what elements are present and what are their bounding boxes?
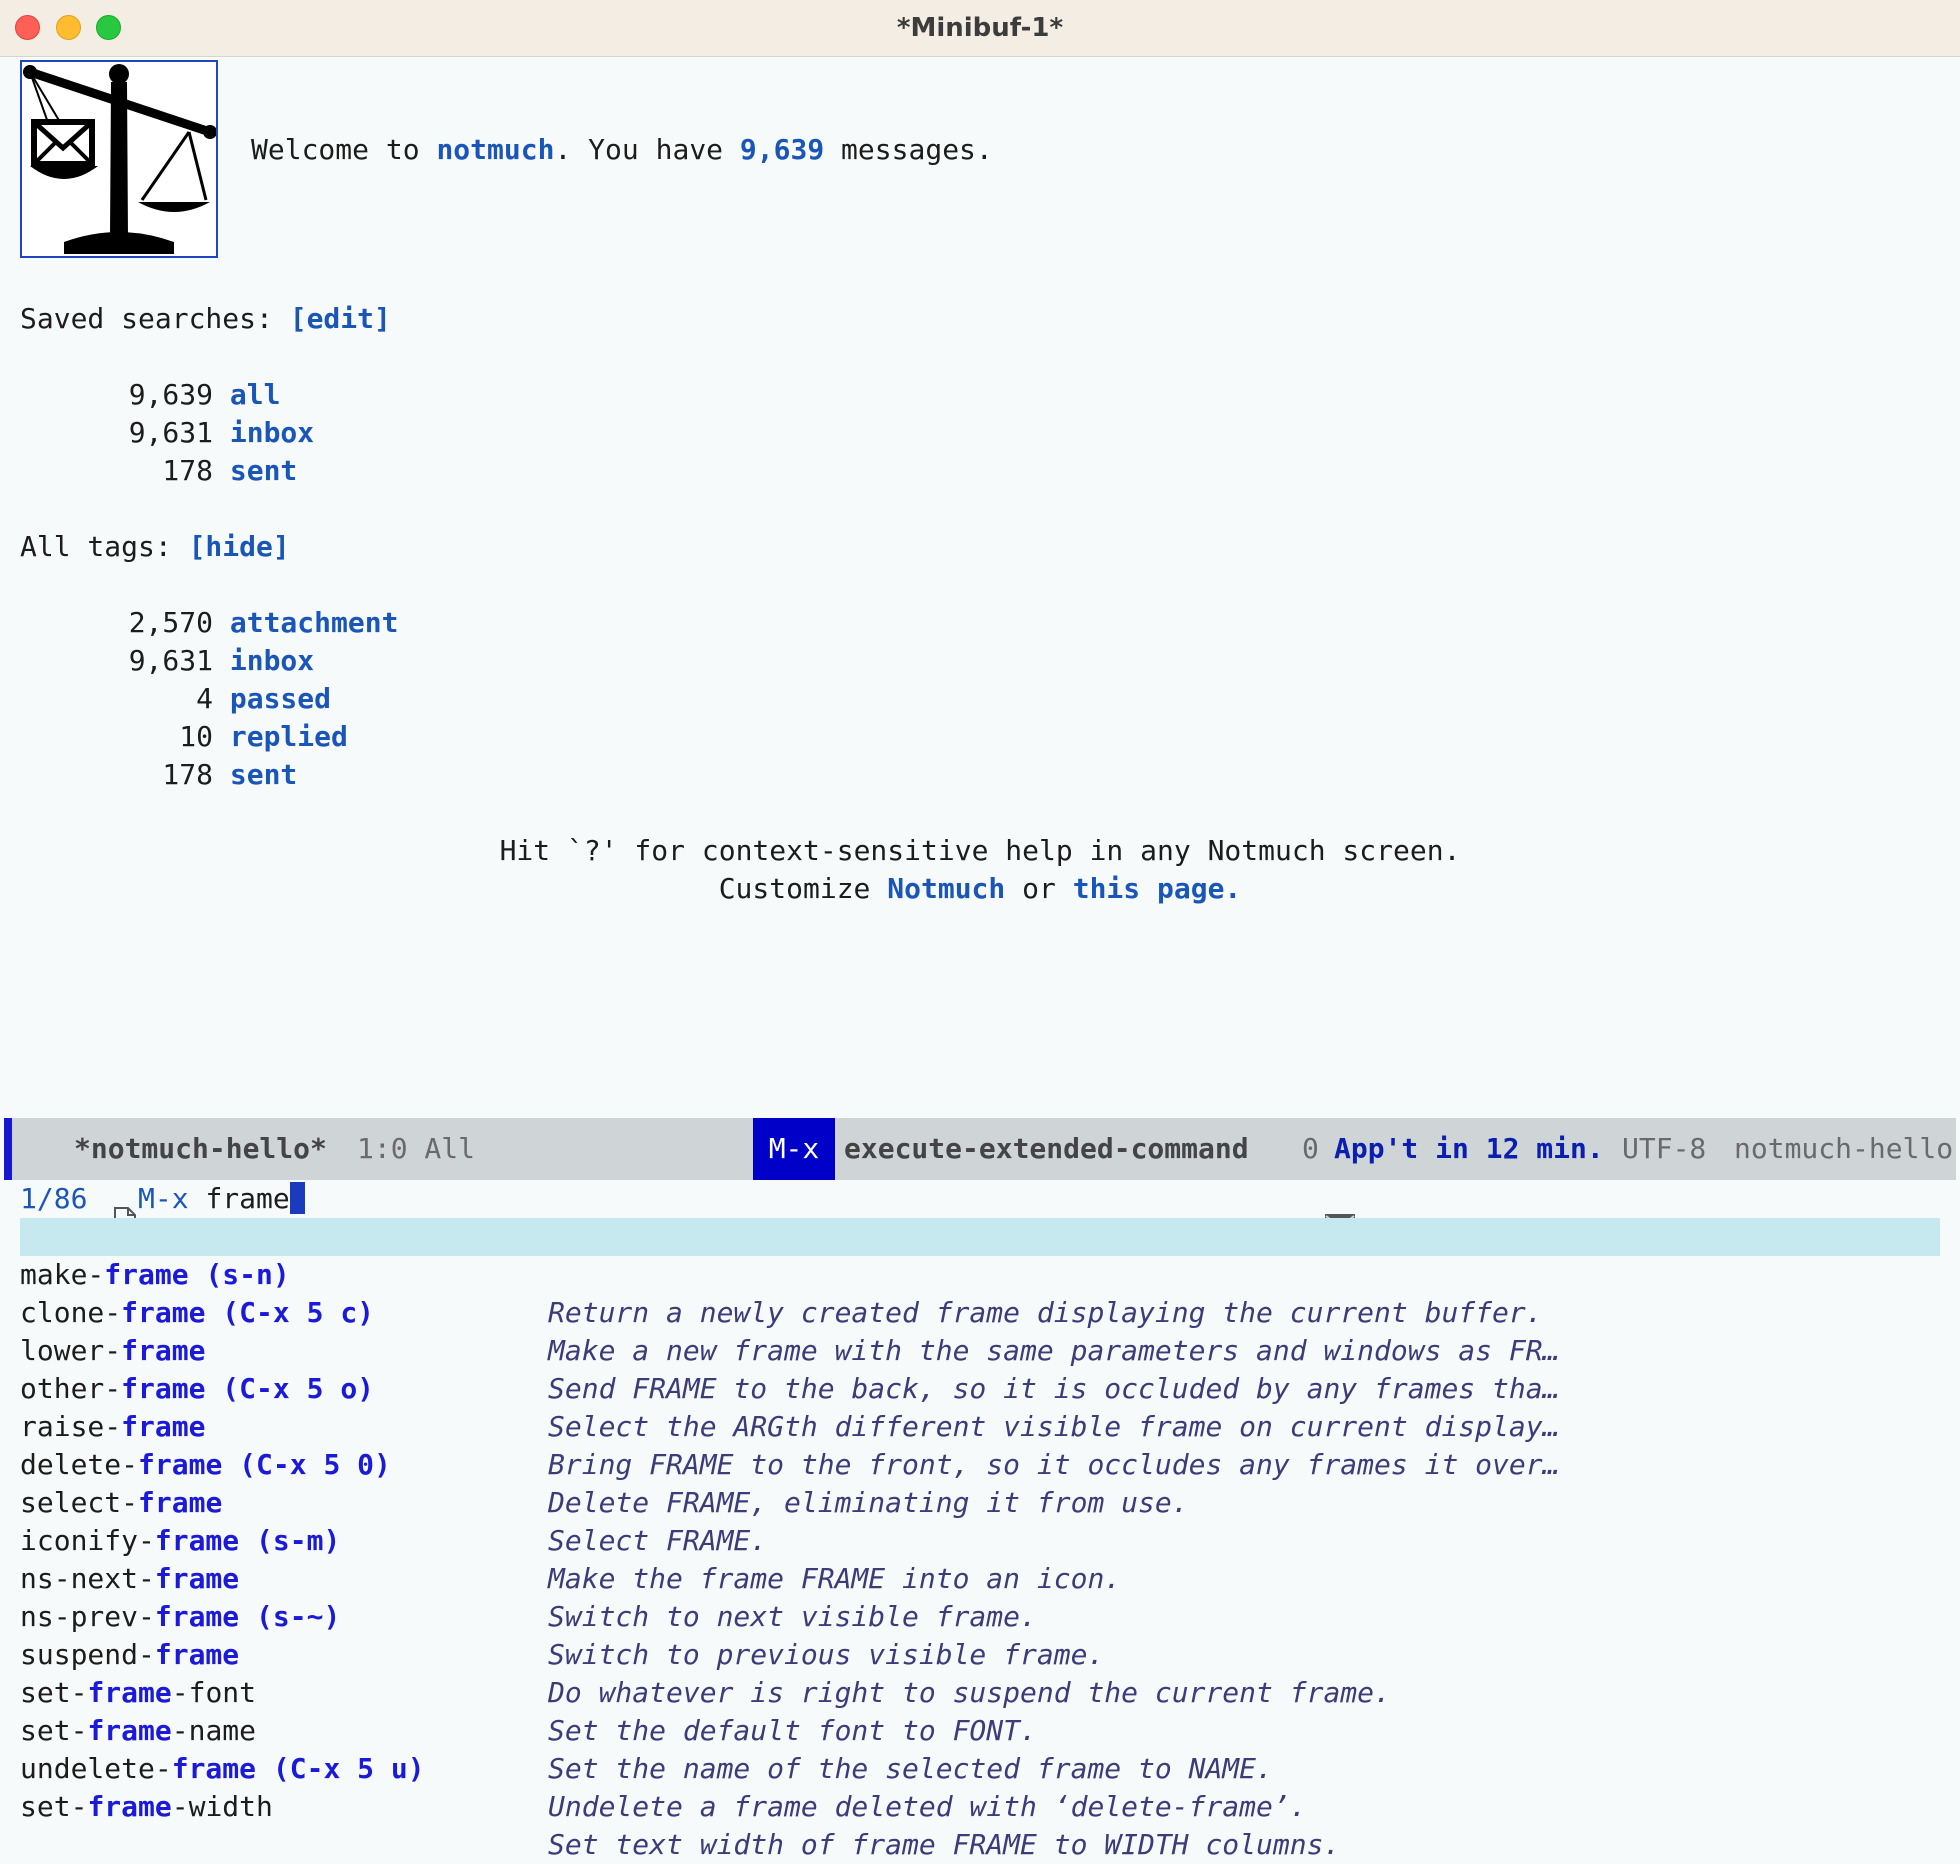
minibuffer-prompt: M-x — [138, 1182, 189, 1215]
appointment-reminder: App't in 12 min. — [1334, 1132, 1604, 1165]
all-tags-hide-button[interactable]: [hide] — [189, 530, 290, 563]
completion-candidate[interactable]: iconify-frame (s-m) Make the frame FRAME… — [20, 1484, 1940, 1595]
customize-notmuch-link[interactable]: Notmuch — [887, 872, 1005, 905]
tag-count: 2,570 — [128, 606, 213, 639]
completion-candidate[interactable]: select-frame Select FRAME. — [20, 1446, 1940, 1557]
welcome-mid: . You have — [554, 133, 740, 166]
mode-line: *notmuch-hello* 1:0 All M-x execute-exte… — [4, 1118, 1956, 1238]
completion-candidate[interactable]: clone-frame (C-x 5 c) Make a new frame w… — [20, 1256, 1940, 1367]
saved-search-count: 9,631 — [128, 416, 213, 449]
saved-search-row[interactable]: 9,639 all — [20, 376, 281, 414]
candidate-suffix: -width — [171, 1790, 273, 1823]
completion-candidate[interactable]: ns-prev-frame (s-~) Switch to previous v… — [20, 1560, 1940, 1671]
saved-search-row[interactable]: 178 sent — [20, 452, 297, 490]
tag-row[interactable]: 4 passed — [20, 680, 331, 718]
minibuffer-prompt-line: 1/86 M-x frame — [20, 1180, 305, 1218]
completion-candidate-selected[interactable]: make-frame (s-n) Return a newly created … — [20, 1218, 1940, 1329]
saved-search-link[interactable]: inbox — [230, 416, 314, 449]
all-tags-header: All tags: [hide] — [20, 528, 290, 566]
completion-candidate[interactable]: delete-frame (C-x 5 0) Delete FRAME, eli… — [20, 1408, 1940, 1519]
completion-candidate[interactable]: undelete-frame (C-x 5 u) Undelete a fram… — [20, 1712, 1940, 1823]
tag-count: 178 — [162, 758, 213, 791]
completion-candidate[interactable]: lower-frame Send FRAME to the back, so i… — [20, 1294, 1940, 1405]
tag-count: 10 — [179, 720, 213, 753]
window-titlebar: *Minibuf-1* — [0, 0, 1960, 57]
completion-candidate[interactable]: suspend-frame Do whatever is right to su… — [20, 1598, 1940, 1709]
candidate-description: Undelete a frame deleted with ‘delete-fr… — [548, 1790, 1307, 1823]
saved-search-count: 178 — [162, 454, 213, 487]
welcome-prefix: Welcome to — [251, 133, 437, 166]
welcome-line: Welcome to notmuch. You have 9,639 messa… — [251, 131, 993, 169]
candidate-counter: 1/86 — [20, 1182, 88, 1215]
tag-link[interactable]: passed — [230, 682, 331, 715]
tag-link[interactable]: attachment — [230, 606, 399, 639]
buffer-name: *notmuch-hello* — [74, 1132, 327, 1165]
saved-search-link[interactable]: all — [230, 378, 281, 411]
completion-candidate[interactable]: ns-next-frame Switch to next visible fra… — [20, 1522, 1940, 1633]
completion-candidate[interactable]: set-frame-name Set the name of the selec… — [20, 1674, 1940, 1785]
help-hint: Hit `?' for context-sensitive help in an… — [499, 834, 1461, 867]
tag-link[interactable]: sent — [230, 758, 297, 791]
completion-candidate[interactable]: raise-frame Bring FRAME to the front, so… — [20, 1370, 1940, 1481]
window-title: *Minibuf-1* — [896, 13, 1064, 43]
encoding: UTF-8 — [1622, 1132, 1707, 1165]
notmuch-logo — [20, 60, 218, 258]
major-mode: notmuch-hello — [1734, 1132, 1954, 1165]
completion-candidate[interactable]: other-frame (C-x 5 o) Select the ARGth d… — [20, 1332, 1940, 1443]
notmuch-link[interactable]: notmuch — [436, 133, 554, 166]
completion-candidate[interactable]: set-frame-width Set text width of frame … — [20, 1750, 1940, 1861]
saved-searches-edit-button[interactable]: [edit] — [290, 302, 391, 335]
tag-row[interactable]: 2,570 attachment — [20, 604, 399, 642]
tag-row[interactable]: 10 replied — [20, 718, 348, 756]
customize-this-page-link[interactable]: this page. — [1073, 872, 1242, 905]
mail-count: 0 — [1302, 1132, 1319, 1165]
saved-search-link[interactable]: sent — [230, 454, 297, 487]
candidate-match: frame — [87, 1790, 172, 1823]
saved-searches-label: Saved searches: — [20, 302, 290, 335]
welcome-suffix: messages. — [824, 133, 993, 166]
completion-candidate[interactable]: set-frame-font Set the default font to F… — [20, 1636, 1940, 1747]
cursor-position: 1:0 All — [357, 1132, 476, 1165]
all-tags-label: All tags: — [20, 530, 189, 563]
candidate-description: Set text width of frame FRAME to WIDTH c… — [548, 1828, 1341, 1861]
tag-count: 9,631 — [128, 644, 213, 677]
tag-link[interactable]: inbox — [230, 644, 314, 677]
text-cursor — [289, 1182, 305, 1214]
candidate-prefix: set- — [20, 1790, 88, 1823]
saved-searches-header: Saved searches: [edit] — [20, 300, 391, 338]
customize-line: Customize Notmuch or this page. — [0, 870, 1960, 908]
tag-count: 4 — [196, 682, 213, 715]
tag-link[interactable]: replied — [230, 720, 348, 753]
customize-prefix: Customize — [718, 872, 888, 905]
customize-mid: or — [1005, 872, 1073, 905]
saved-search-row[interactable]: 9,631 inbox — [20, 414, 314, 452]
tag-row[interactable]: 9,631 inbox — [20, 642, 314, 680]
keystroke-indicator: M-x — [753, 1118, 835, 1180]
saved-search-count: 9,639 — [128, 378, 213, 411]
message-count-link[interactable]: 9,639 — [740, 133, 824, 166]
tag-row[interactable]: 178 sent — [20, 756, 297, 794]
scales-envelope-icon — [23, 64, 217, 254]
minibuffer-input[interactable]: frame — [205, 1182, 289, 1215]
current-command: execute-extended-command — [844, 1132, 1249, 1165]
